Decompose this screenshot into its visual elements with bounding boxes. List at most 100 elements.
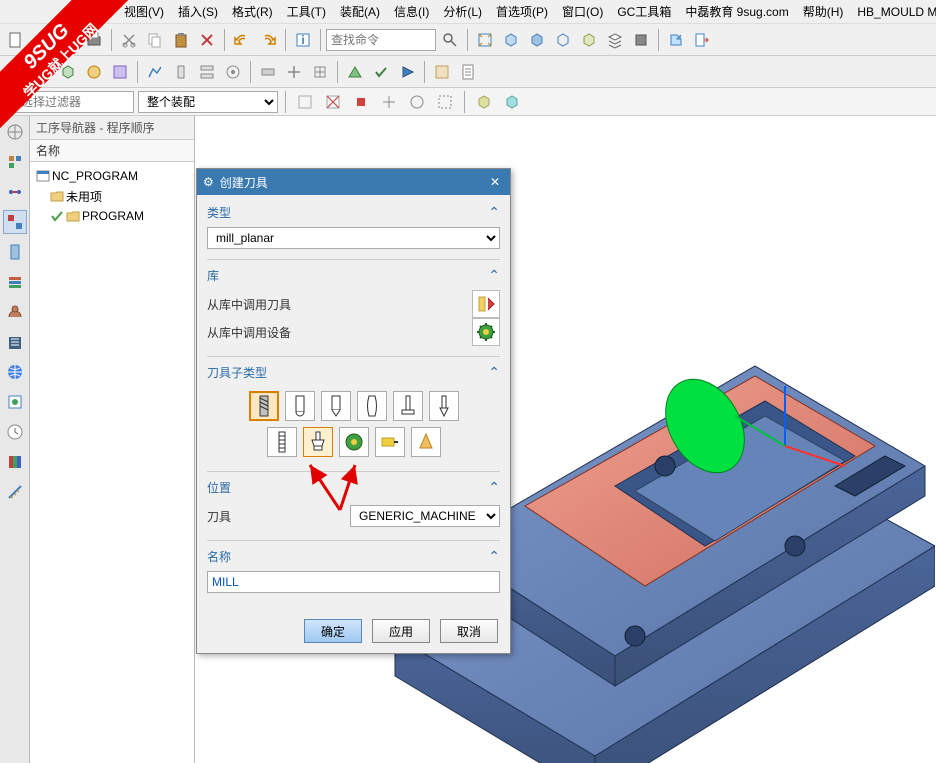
cancel-button[interactable]: 取消 (440, 619, 498, 643)
paste-icon[interactable] (169, 28, 193, 52)
tab-library-icon[interactable] (3, 330, 27, 354)
mfg2-icon[interactable] (169, 60, 193, 84)
section-type-header[interactable]: 类型 ⌃ (207, 201, 500, 223)
export-icon[interactable] (690, 28, 714, 52)
tree-root[interactable]: NC_PROGRAM (32, 166, 192, 186)
postprocess-icon[interactable] (430, 60, 454, 84)
tab-measure-icon[interactable] (3, 480, 27, 504)
subtype-drill-icon[interactable] (429, 391, 459, 421)
tree-item[interactable]: PROGRAM (32, 206, 192, 226)
sel7-icon[interactable] (472, 90, 496, 114)
shop-doc-icon[interactable] (456, 60, 480, 84)
shade-icon[interactable] (629, 28, 653, 52)
machine-select[interactable]: GENERIC_MACHINE (350, 505, 500, 527)
subtype-ball-icon[interactable] (285, 391, 315, 421)
menu-format[interactable]: 格式(R) (228, 1, 277, 22)
tab-part-navigator-icon[interactable] (3, 120, 27, 144)
apply-button[interactable]: 应用 (372, 619, 430, 643)
type-select[interactable]: mill_planar (207, 227, 500, 249)
close-icon[interactable]: ✕ (486, 175, 504, 189)
transfer-icon[interactable] (664, 28, 688, 52)
open-icon[interactable] (30, 28, 54, 52)
cube4-icon[interactable] (577, 28, 601, 52)
mfg6-icon[interactable] (282, 60, 306, 84)
sel6-icon[interactable] (433, 90, 457, 114)
menu-tools[interactable]: 工具(T) (283, 1, 330, 22)
subtype-barrel-icon[interactable] (357, 391, 387, 421)
menu-window[interactable]: 窗口(O) (558, 1, 607, 22)
save-icon[interactable] (56, 28, 80, 52)
create-method-icon[interactable] (82, 60, 106, 84)
menu-hbmould[interactable]: HB_MOULD M6.3 (853, 3, 936, 21)
simulate-icon[interactable] (395, 60, 419, 84)
mfg5-icon[interactable] (256, 60, 280, 84)
subtype-mill-icon[interactable] (249, 391, 279, 421)
mfg3-icon[interactable] (195, 60, 219, 84)
menu-gc-toolbox[interactable]: GC工具箱 (613, 1, 675, 22)
tab-operation-navigator-icon[interactable] (3, 210, 27, 234)
tab-color-icon[interactable] (3, 450, 27, 474)
search-icon[interactable] (438, 28, 462, 52)
subtype-form-icon[interactable] (303, 427, 333, 457)
verify-icon[interactable] (369, 60, 393, 84)
cube1-icon[interactable] (499, 28, 523, 52)
tab-history-icon[interactable] (3, 270, 27, 294)
sel4-icon[interactable] (377, 90, 401, 114)
sel1-icon[interactable] (293, 90, 317, 114)
create-program-icon[interactable] (4, 60, 28, 84)
mfg7-icon[interactable] (308, 60, 332, 84)
mfg1-icon[interactable] (143, 60, 167, 84)
sel2-icon[interactable] (321, 90, 345, 114)
copy-icon[interactable] (143, 28, 167, 52)
fit-icon[interactable] (473, 28, 497, 52)
subtype-head-icon[interactable] (411, 427, 441, 457)
tab-roles-icon[interactable] (3, 300, 27, 324)
tree-item[interactable]: 未用项 (32, 186, 192, 206)
filter-type-select[interactable] (4, 91, 134, 113)
subtype-probe-icon[interactable] (375, 427, 405, 457)
sel5-icon[interactable] (405, 90, 429, 114)
retrieve-device-icon[interactable] (472, 318, 500, 346)
sel8-icon[interactable] (500, 90, 524, 114)
ok-button[interactable]: 确定 (304, 619, 362, 643)
sel3-icon[interactable] (349, 90, 373, 114)
create-geometry-icon[interactable] (56, 60, 80, 84)
navigator-column-header[interactable]: 名称 (30, 140, 194, 162)
create-tool-icon[interactable] (30, 60, 54, 84)
menu-analysis[interactable]: 分析(L) (439, 1, 486, 22)
section-subtype-header[interactable]: 刀具子类型 ⌃ (207, 361, 500, 383)
menu-zhonglei[interactable]: 中磊教育 9sug.com (681, 1, 792, 22)
tab-machine-tool-icon[interactable] (3, 240, 27, 264)
tab-constraint-icon[interactable] (3, 180, 27, 204)
subtype-chamfer-icon[interactable] (321, 391, 351, 421)
menu-insert[interactable]: 插入(S) (174, 1, 222, 22)
section-library-header[interactable]: 库 ⌃ (207, 264, 500, 286)
menu-view[interactable]: 视图(V) (120, 1, 168, 22)
create-operation-icon[interactable] (108, 60, 132, 84)
tab-clock-icon[interactable] (3, 420, 27, 444)
tab-assembly-navigator-icon[interactable] (3, 150, 27, 174)
cube3-icon[interactable] (551, 28, 575, 52)
generate-icon[interactable] (343, 60, 367, 84)
tab-reuse-icon[interactable] (3, 390, 27, 414)
redo-icon[interactable] (256, 28, 280, 52)
layer-icon[interactable] (603, 28, 627, 52)
subtype-tmill-icon[interactable] (393, 391, 423, 421)
subtype-carrier-icon[interactable] (339, 427, 369, 457)
menu-info[interactable]: 信息(I) (390, 1, 433, 22)
cut-icon[interactable] (117, 28, 141, 52)
mfg4-icon[interactable] (221, 60, 245, 84)
new-icon[interactable] (4, 28, 28, 52)
retrieve-tool-icon[interactable] (472, 290, 500, 318)
tool-name-input[interactable] (207, 571, 500, 593)
tab-internet-icon[interactable] (3, 360, 27, 384)
section-name-header[interactable]: 名称 ⌃ (207, 545, 500, 567)
cube2-icon[interactable] (525, 28, 549, 52)
delete-icon[interactable] (195, 28, 219, 52)
subtype-thread-icon[interactable] (267, 427, 297, 457)
menu-assembly[interactable]: 装配(A) (336, 1, 384, 22)
info-icon[interactable]: i (291, 28, 315, 52)
filter-scope-select[interactable]: 整个装配 (138, 91, 278, 113)
undo-icon[interactable] (230, 28, 254, 52)
dialog-titlebar[interactable]: ⚙ 创建刀具 ✕ (197, 169, 510, 195)
